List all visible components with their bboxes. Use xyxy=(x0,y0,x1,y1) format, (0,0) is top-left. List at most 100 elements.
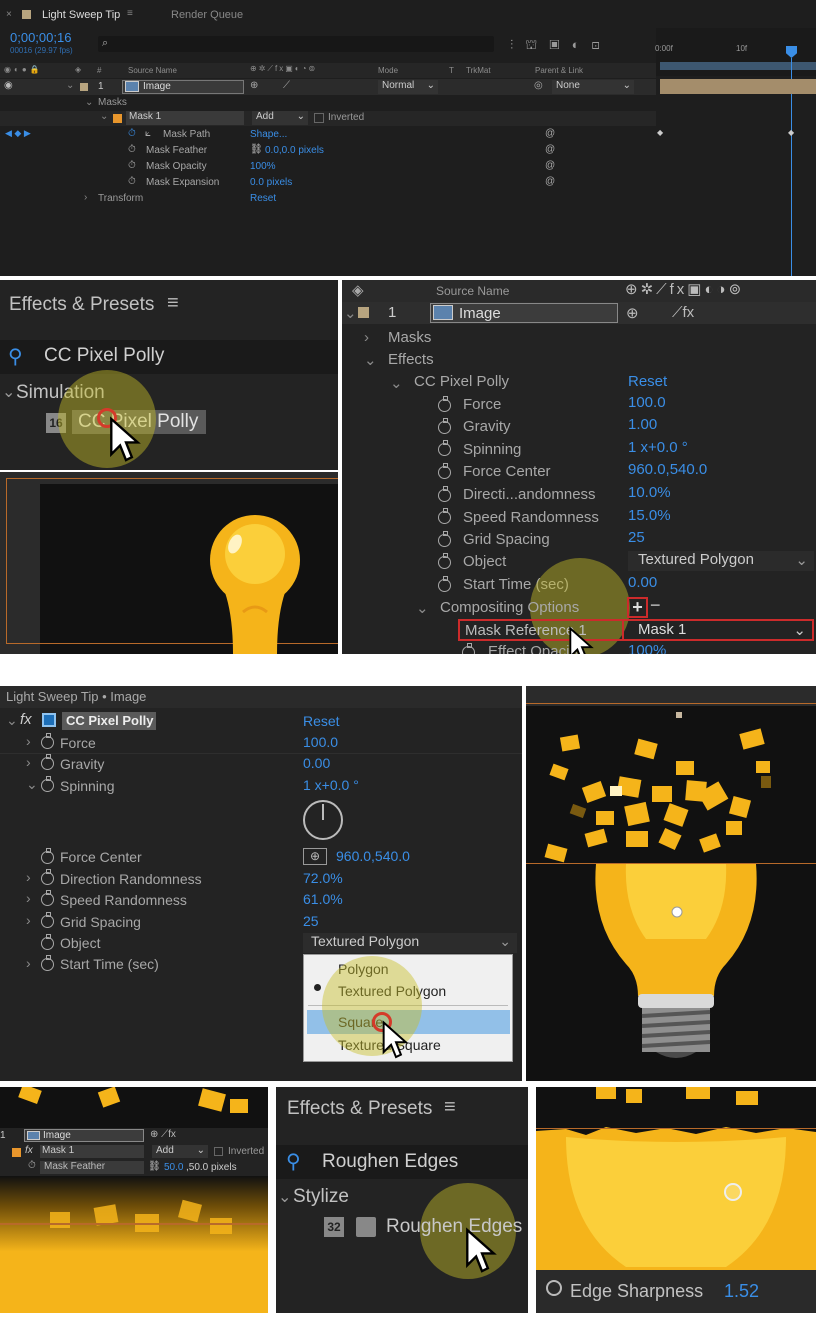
quality-fx-switch-icon[interactable]: ⟋fx xyxy=(672,304,694,321)
edge-sharpness-value[interactable]: 1.52 xyxy=(724,1281,759,1302)
prop-gravity-value[interactable]: 0.00 xyxy=(303,755,330,771)
gravity-chevron-icon[interactable]: › xyxy=(26,754,31,770)
stopwatch-icon[interactable]: ⏱ xyxy=(128,144,136,155)
stopwatch-icon[interactable] xyxy=(41,733,54,749)
timecode[interactable]: 0;00;00;16 xyxy=(10,30,71,45)
stopwatch-icon[interactable] xyxy=(438,396,451,412)
prop-grid-spacing-value[interactable]: 25 xyxy=(628,529,645,546)
prop-force-value[interactable]: 100.0 xyxy=(303,734,338,750)
prop-start-time-value[interactable]: 0.00 xyxy=(628,574,657,591)
remove-mask-reference-button[interactable]: − xyxy=(650,595,661,616)
stopwatch-icon[interactable] xyxy=(41,869,54,885)
stopwatch-icon[interactable] xyxy=(438,553,451,569)
mask-mode-select[interactable]: Add ⌄ xyxy=(152,1145,208,1158)
panel-menu-icon[interactable]: ≡ xyxy=(167,292,179,315)
effect-name[interactable]: CC Pixel Polly xyxy=(414,373,509,390)
eye-icon[interactable]: ◉ xyxy=(4,80,13,91)
panel-menu-icon[interactable]: ≡ xyxy=(444,1096,456,1119)
stopwatch-icon[interactable] xyxy=(41,890,54,906)
prop-spinning-value[interactable]: 1 x+0.0 ° xyxy=(303,777,359,793)
stopwatch-icon[interactable] xyxy=(438,531,451,547)
prop-mask-path-value[interactable]: Shape... xyxy=(250,129,287,140)
parent-select[interactable]: None ⌄ xyxy=(552,80,634,94)
expression-icon[interactable]: @ xyxy=(545,144,555,155)
transform-reset[interactable]: Reset xyxy=(250,193,276,204)
layer-name-box[interactable]: Image xyxy=(430,303,618,323)
fx-icon[interactable]: fx xyxy=(25,1145,33,1156)
layer-row[interactable]: ◉ ⌄ 1 Image ⊕ ⟋ Normal ⌄ ◎ None ⌄ xyxy=(0,79,656,95)
prop-force-center-value[interactable]: 960.0,540.0 xyxy=(628,461,707,478)
link-icon[interactable]: ⛓ xyxy=(148,1161,161,1172)
spinning-dial[interactable] xyxy=(303,800,343,840)
stopwatch-icon[interactable] xyxy=(438,440,451,456)
masks-group[interactable]: Masks xyxy=(98,97,127,108)
col-source-name[interactable]: Source Name xyxy=(436,284,509,298)
prop-mask-opacity-value[interactable]: 100% xyxy=(250,161,276,172)
prop-force-center-value[interactable]: 960.0,540.0 xyxy=(336,848,410,864)
stopwatch-icon[interactable] xyxy=(41,754,54,770)
close-tab-icon[interactable]: × xyxy=(6,9,12,20)
masks-chevron-icon[interactable]: › xyxy=(364,329,369,346)
stopwatch-icon[interactable]: ⏱ xyxy=(128,176,136,187)
mask-name-box[interactable]: Mask 1 xyxy=(40,1145,144,1158)
prop-speed-randomness-value[interactable]: 61.0% xyxy=(303,891,343,907)
masks-chevron-icon[interactable]: ⌄ xyxy=(85,97,93,108)
expand-chevron-icon[interactable]: ⌄ xyxy=(66,80,74,91)
category-chevron-icon[interactable]: ⌄ xyxy=(278,1187,291,1207)
prop-force-value[interactable]: 100.0 xyxy=(628,394,666,411)
stopwatch-icon[interactable] xyxy=(438,486,451,502)
search-input[interactable]: ⌕ xyxy=(98,36,494,52)
compositing-options[interactable]: Compositing Options xyxy=(440,599,579,616)
keyframe-icon[interactable]: ◆ xyxy=(657,128,663,137)
mask1-row[interactable]: ⌄ Mask 1 Add ⌄ Inverted xyxy=(0,111,656,126)
direction-chevron-icon[interactable]: › xyxy=(26,869,31,885)
anchor-point-icon[interactable] xyxy=(724,1183,742,1201)
prop-spinning-value[interactable]: 1 x+0.0 ° xyxy=(628,439,688,456)
stopwatch-icon[interactable] xyxy=(462,643,475,654)
expand-chevron-icon[interactable]: ⌄ xyxy=(344,304,357,322)
col-mode[interactable]: Mode xyxy=(378,66,398,75)
object-select[interactable]: Textured Polygon ⌄ xyxy=(628,551,814,571)
effects-chevron-icon[interactable]: ⌄ xyxy=(364,351,377,369)
link-icon[interactable]: ⛓ xyxy=(250,144,263,155)
inverted-checkbox[interactable] xyxy=(214,1147,223,1156)
effect-reset[interactable]: Reset xyxy=(628,373,667,390)
effect-chevron-icon[interactable]: ⌄ xyxy=(6,712,18,729)
masks-group[interactable]: Masks xyxy=(388,329,431,346)
start-time-chevron-icon[interactable]: › xyxy=(26,955,31,971)
inverted-checkbox[interactable] xyxy=(314,113,324,123)
mask-feather-value-a[interactable]: 50.0 xyxy=(164,1162,183,1173)
stopwatch-icon[interactable] xyxy=(438,576,451,592)
layer-row[interactable]: ⌄ 1 Image ⊕ ⟋fx xyxy=(342,302,816,324)
layer-duration-bar[interactable] xyxy=(660,79,816,94)
effect-reset[interactable]: Reset xyxy=(303,713,340,729)
category-stylize[interactable]: Stylize xyxy=(293,1186,349,1208)
prop-direction-randomness-value[interactable]: 10.0% xyxy=(628,484,671,501)
prop-grid-spacing-value[interactable]: 25 xyxy=(303,913,319,929)
prop-gravity-value[interactable]: 1.00 xyxy=(628,416,657,433)
expression-icon[interactable]: @ xyxy=(545,176,555,187)
crosshair-icon[interactable]: ⊕ xyxy=(303,848,327,865)
keyframe-icon[interactable]: ◆ xyxy=(788,128,794,137)
effect-item-label[interactable]: Roughen Edges xyxy=(386,1216,522,1238)
layer-label-swatch[interactable] xyxy=(358,307,369,318)
effect-chevron-icon[interactable]: ⌄ xyxy=(390,374,403,392)
quality-switch-icon[interactable]: ⟋ xyxy=(283,80,290,91)
mask-color-swatch[interactable] xyxy=(113,114,122,123)
add-mask-reference-button[interactable]: + xyxy=(627,597,648,618)
col-source-name[interactable]: Source Name xyxy=(128,66,177,75)
prop-mask-feather-value[interactable]: 0.0,0.0 pixels xyxy=(265,145,324,156)
work-area-bar[interactable] xyxy=(660,62,816,70)
tab-menu-icon[interactable]: ≡ xyxy=(127,8,133,19)
speed-chevron-icon[interactable]: › xyxy=(26,890,31,906)
transform-chevron-icon[interactable]: › xyxy=(84,192,87,203)
stopwatch-icon[interactable] xyxy=(41,934,54,950)
mode-select[interactable]: Normal ⌄ xyxy=(378,80,438,94)
layer-name-box[interactable]: Image xyxy=(24,1129,144,1142)
stopwatch-icon[interactable] xyxy=(438,418,451,434)
effects-search-input[interactable]: ⚲ CC Pixel Polly xyxy=(0,340,338,374)
stopwatch-icon[interactable] xyxy=(41,848,54,864)
fx-icon[interactable]: fx xyxy=(20,711,32,728)
layer-label-swatch[interactable] xyxy=(80,83,88,91)
tab-comp[interactable]: Light Sweep Tip xyxy=(42,9,120,21)
